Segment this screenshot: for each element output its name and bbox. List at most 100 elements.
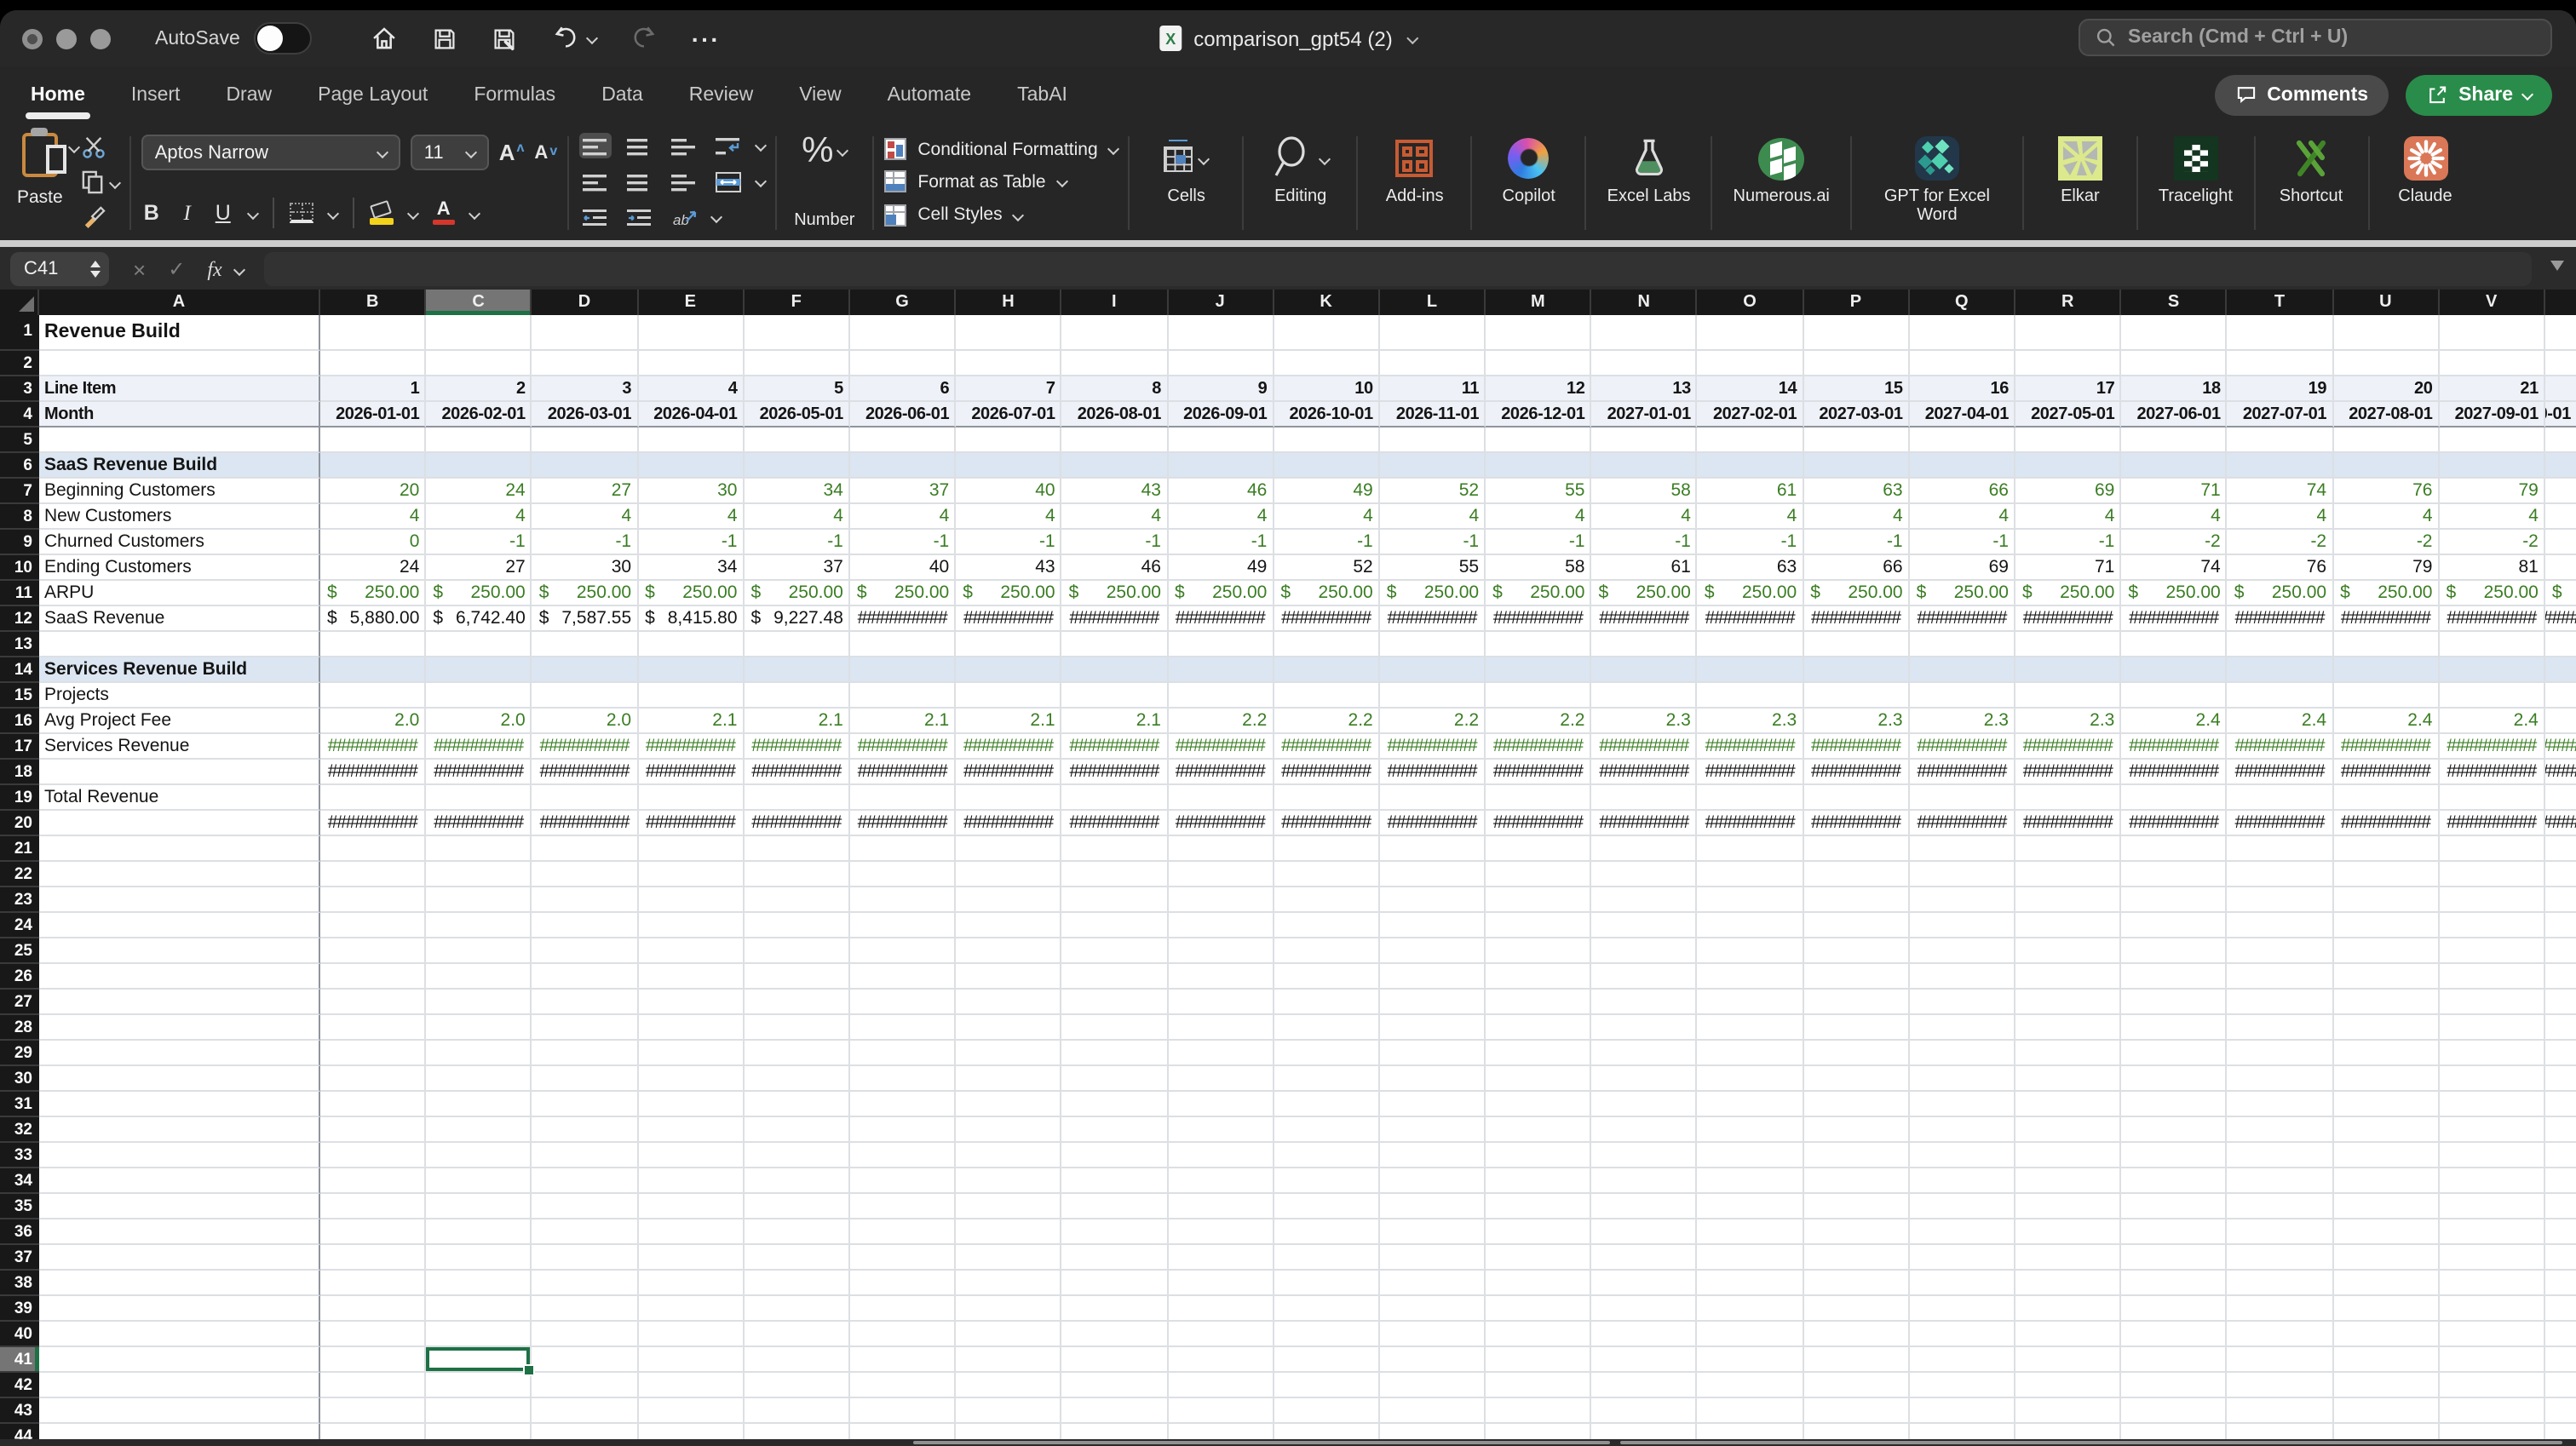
cell-B28[interactable]	[320, 1015, 427, 1041]
cell-U24[interactable]	[2333, 913, 2440, 938]
cell-F23[interactable]	[744, 887, 850, 913]
cell-I31[interactable]	[1061, 1092, 1168, 1117]
cell-W41[interactable]	[2544, 1347, 2576, 1373]
cell-G9[interactable]: -1	[849, 530, 957, 555]
autosave-toggle[interactable]	[253, 22, 312, 55]
cell-N32[interactable]	[1591, 1117, 1698, 1143]
cell-R18[interactable]: ##########	[2015, 760, 2122, 785]
cell-M39[interactable]	[1486, 1296, 1592, 1322]
row-header-34[interactable]: 34	[0, 1168, 39, 1194]
cell-M25[interactable]	[1486, 938, 1592, 964]
tab-automate[interactable]: Automate	[888, 84, 971, 105]
cell-G3[interactable]: 6	[849, 376, 957, 402]
cell-I13[interactable]	[1061, 632, 1168, 657]
cell-N42[interactable]	[1591, 1373, 1698, 1398]
cell-O31[interactable]	[1697, 1092, 1804, 1117]
row-header-5[interactable]: 5	[0, 427, 39, 453]
cell-F19[interactable]	[744, 785, 850, 811]
cell-E42[interactable]	[638, 1373, 745, 1398]
cell-W3[interactable]	[2544, 376, 2576, 402]
cell-D2[interactable]	[532, 351, 639, 376]
cell-C34[interactable]	[426, 1168, 532, 1194]
cell-M17[interactable]: ##########	[1486, 734, 1592, 760]
cell-O3[interactable]: 14	[1697, 376, 1804, 402]
cell-K16[interactable]: 2.2	[1274, 709, 1380, 734]
cell-D19[interactable]	[532, 785, 639, 811]
row-header-1[interactable]: 1	[0, 314, 39, 351]
cell-C11[interactable]: $250.00	[426, 581, 532, 606]
cell-O40[interactable]	[1697, 1322, 1804, 1347]
cell-N23[interactable]	[1591, 887, 1698, 913]
cell-O4[interactable]: 2027-02-01	[1697, 402, 1804, 427]
cell-B43[interactable]	[320, 1398, 427, 1424]
cell-H6[interactable]	[956, 453, 1062, 479]
cell-V25[interactable]	[2439, 938, 2545, 964]
cell-F13[interactable]	[744, 632, 850, 657]
cell-F39[interactable]	[744, 1296, 850, 1322]
cell-R39[interactable]	[2015, 1296, 2122, 1322]
cell-A17[interactable]: Services Revenue	[39, 734, 320, 760]
cell-M22[interactable]	[1486, 862, 1592, 887]
cell-B40[interactable]	[320, 1322, 427, 1347]
cell-G4[interactable]: 2026-06-01	[849, 402, 957, 427]
cell-B38[interactable]	[320, 1271, 427, 1296]
cell-S39[interactable]	[2121, 1296, 2228, 1322]
cell-H1[interactable]	[956, 314, 1062, 351]
cell-K17[interactable]: ##########	[1274, 734, 1380, 760]
cell-U19[interactable]	[2333, 785, 2440, 811]
cell-N8[interactable]: 4	[1591, 504, 1698, 530]
cell-D18[interactable]: ##########	[532, 760, 639, 785]
cell-P1[interactable]	[1803, 314, 1910, 351]
cell-G29[interactable]	[849, 1041, 957, 1066]
cell-N43[interactable]	[1591, 1398, 1698, 1424]
cell-L6[interactable]	[1379, 453, 1486, 479]
cell-D31[interactable]	[532, 1092, 639, 1117]
cell-G10[interactable]: 40	[849, 555, 957, 581]
column-header-O[interactable]: O	[1697, 290, 1804, 314]
cell-G21[interactable]	[849, 836, 957, 862]
cell-S34[interactable]	[2121, 1168, 2228, 1194]
cell-L19[interactable]	[1379, 785, 1486, 811]
cell-I27[interactable]	[1061, 990, 1168, 1015]
cell-B25[interactable]	[320, 938, 427, 964]
cell-O41[interactable]	[1697, 1347, 1804, 1373]
cell-Q3[interactable]: 16	[1909, 376, 2015, 402]
cell-B35[interactable]	[320, 1194, 427, 1219]
cell-J7[interactable]: 46	[1168, 479, 1274, 504]
cell-U37[interactable]	[2333, 1245, 2440, 1271]
cell-V35[interactable]	[2439, 1194, 2545, 1219]
cell-L3[interactable]: 11	[1379, 376, 1486, 402]
cell-M35[interactable]	[1486, 1194, 1592, 1219]
format-as-table-button[interactable]: Format as Table	[883, 166, 1118, 199]
wrap-text-icon[interactable]	[712, 133, 745, 158]
cell-E6[interactable]	[638, 453, 745, 479]
cell-D34[interactable]	[532, 1168, 639, 1194]
cell-A40[interactable]	[39, 1322, 320, 1347]
cell-B41[interactable]	[320, 1347, 427, 1373]
cell-I8[interactable]: 4	[1061, 504, 1168, 530]
cell-J8[interactable]: 4	[1168, 504, 1274, 530]
cell-U31[interactable]	[2333, 1092, 2440, 1117]
cell-L14[interactable]	[1379, 657, 1486, 683]
cell-E38[interactable]	[638, 1271, 745, 1296]
cell-C41[interactable]	[426, 1347, 536, 1375]
cell-A23[interactable]	[39, 887, 320, 913]
cell-G35[interactable]	[849, 1194, 957, 1219]
cell-H7[interactable]: 40	[956, 479, 1062, 504]
cell-N40[interactable]	[1591, 1322, 1698, 1347]
cell-G26[interactable]	[849, 964, 957, 990]
cell-W5[interactable]	[2544, 427, 2576, 453]
cell-H21[interactable]	[956, 836, 1062, 862]
cell-K37[interactable]	[1274, 1245, 1380, 1271]
cell-H4[interactable]: 2026-07-01	[956, 402, 1062, 427]
cell-S30[interactable]	[2121, 1066, 2228, 1092]
cell-K40[interactable]	[1274, 1322, 1380, 1347]
cell-C7[interactable]: 24	[426, 479, 532, 504]
cell-P40[interactable]	[1803, 1322, 1910, 1347]
tracelight-button[interactable]: Tracelight	[2148, 129, 2243, 237]
cell-B32[interactable]	[320, 1117, 427, 1143]
column-header-R[interactable]: R	[2015, 290, 2122, 314]
cell-F10[interactable]: 37	[744, 555, 850, 581]
cell-H39[interactable]	[956, 1296, 1062, 1322]
cell-T20[interactable]: ##########	[2227, 811, 2334, 836]
